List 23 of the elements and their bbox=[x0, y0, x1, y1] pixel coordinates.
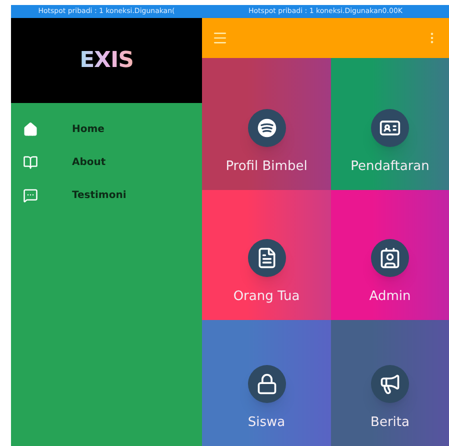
badge-person-icon bbox=[379, 246, 401, 268]
drawer-item[interactable]: Home bbox=[11, 113, 202, 146]
chat-icon bbox=[23, 188, 38, 203]
tile-label: Pendaftaran bbox=[350, 158, 430, 176]
menu-tile[interactable]: Pendaftaran bbox=[331, 58, 449, 190]
tile-label: Profil Bimbel bbox=[226, 158, 308, 176]
lock-icon bbox=[256, 372, 278, 394]
tile-label: Admin bbox=[369, 288, 411, 306]
menu-tile[interactable]: Admin bbox=[331, 190, 449, 320]
tile-label: Orang Tua bbox=[233, 288, 300, 306]
menu-tile[interactable]: Orang Tua bbox=[202, 190, 331, 320]
book-icon bbox=[23, 155, 38, 170]
menu-tile[interactable]: Berita bbox=[331, 320, 449, 446]
megaphone-icon bbox=[379, 372, 401, 394]
menu-tile[interactable]: Siswa bbox=[202, 320, 331, 446]
tile-label: Siswa bbox=[248, 414, 286, 432]
menu-icon[interactable] bbox=[212, 30, 228, 46]
drawer-item[interactable]: About bbox=[11, 146, 202, 179]
home-icon bbox=[23, 122, 38, 137]
drawer-item[interactable]: Testimoni bbox=[11, 179, 202, 212]
menu-tile[interactable]: Profil Bimbel bbox=[202, 58, 331, 190]
signal-icon bbox=[256, 116, 278, 138]
tile-label: Berita bbox=[370, 414, 410, 432]
